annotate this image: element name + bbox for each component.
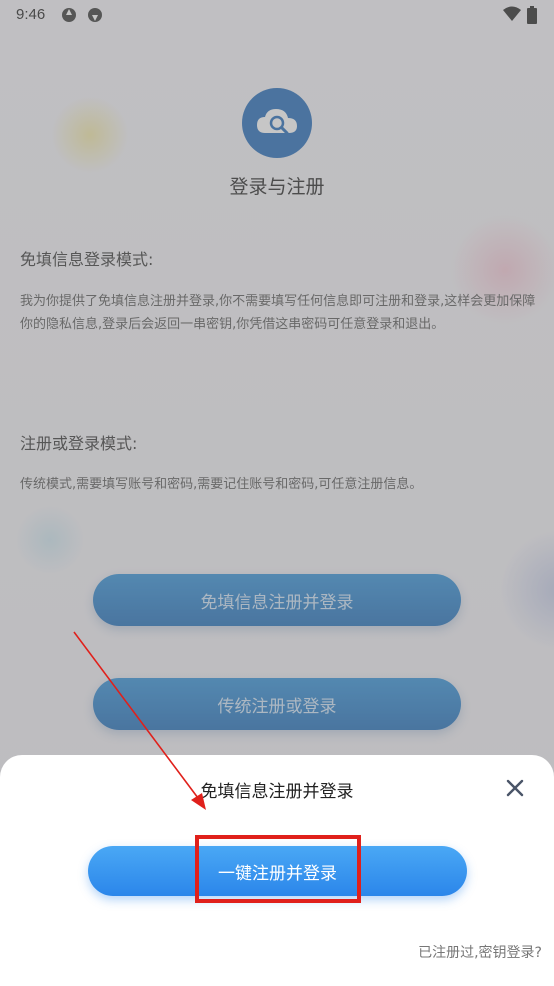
sheet-title: 免填信息注册并登录 — [200, 782, 354, 802]
close-button[interactable] — [500, 773, 530, 803]
highlight-annotation — [195, 835, 361, 903]
secret-login-link[interactable]: 已注册过,密钥登录? — [418, 942, 542, 962]
close-icon[interactable] — [505, 778, 525, 798]
